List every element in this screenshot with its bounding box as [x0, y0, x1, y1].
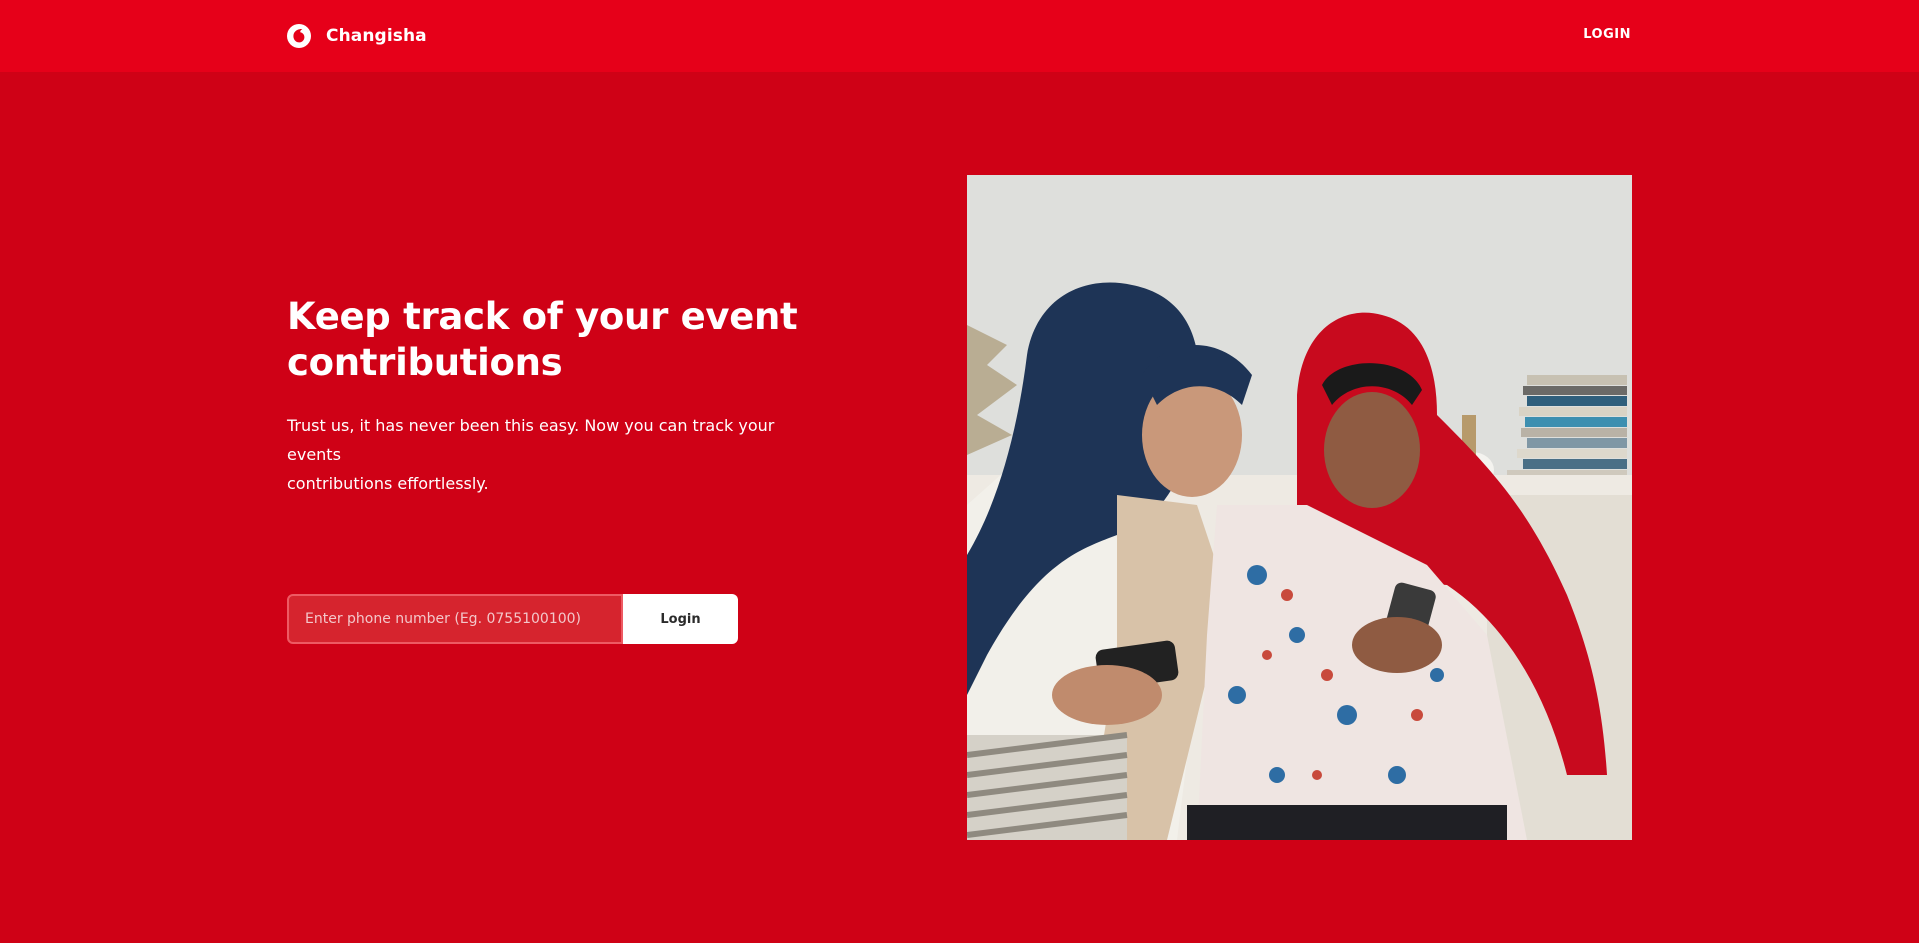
hero-subtext-line-1: Trust us, it has never been this easy. N… [287, 416, 775, 464]
vodafone-speechmark-icon [287, 24, 311, 48]
hero-headline: Keep track of your event contributions [287, 294, 807, 386]
books-stack [1507, 375, 1627, 484]
phone-number-input[interactable] [287, 594, 623, 644]
top-navigation-bar: Changisha LOGIN [0, 0, 1919, 72]
login-button[interactable]: Login [623, 594, 738, 644]
hero-photo-two-women-using-phones [967, 175, 1632, 840]
hero-subtext: Trust us, it has never been this easy. N… [287, 411, 777, 498]
brand-name: Changisha [326, 26, 427, 46]
hero-photo-illustration [967, 175, 1632, 840]
hero-copy: Keep track of your event contributions T… [287, 294, 807, 498]
brand-home-link[interactable]: Changisha [287, 24, 427, 48]
phone-login-form: Login [287, 594, 738, 644]
hero-subtext-line-2: contributions effortlessly. [287, 474, 489, 493]
header-login-link[interactable]: LOGIN [1583, 27, 1631, 42]
hero-headline-line-1: Keep track of your event [287, 295, 798, 338]
striped-cushion [967, 732, 1128, 840]
hero-headline-line-2: contributions [287, 341, 563, 384]
